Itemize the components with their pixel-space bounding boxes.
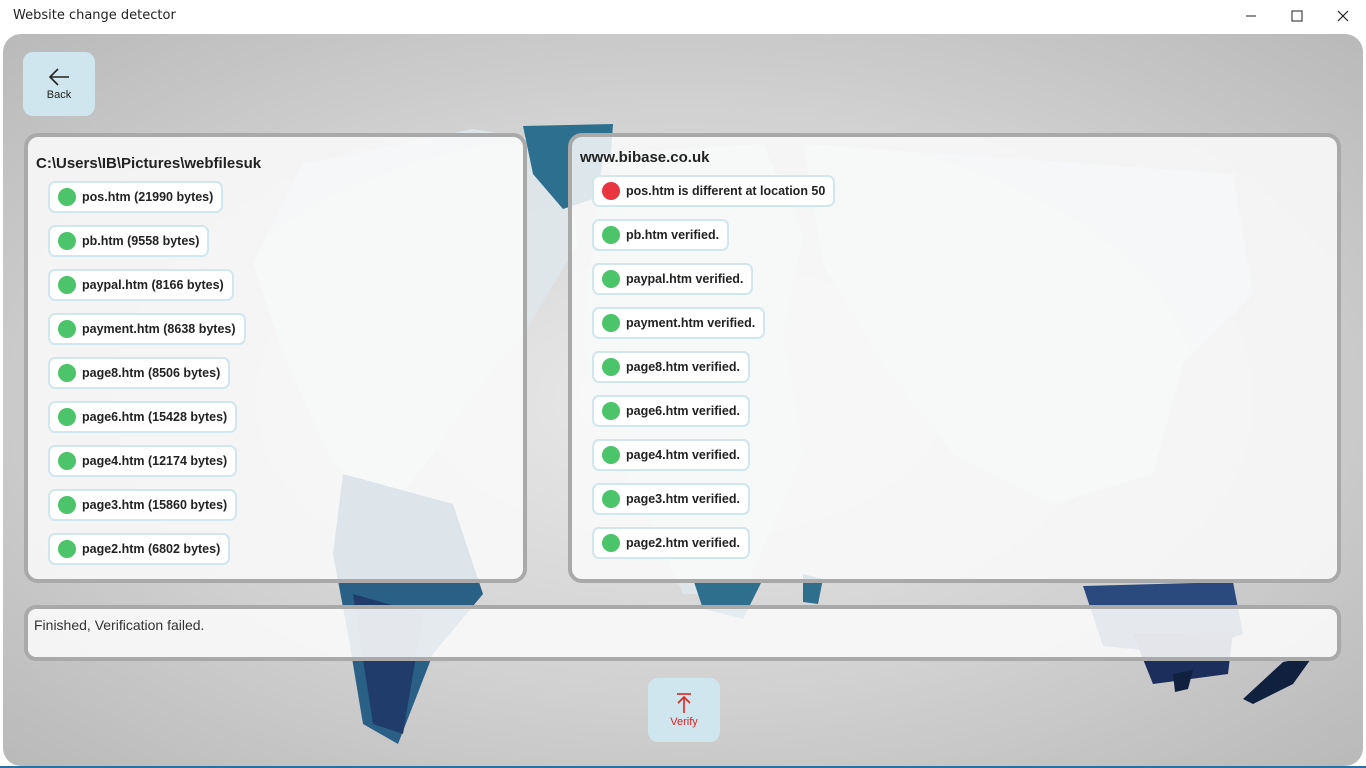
list-item[interactable]: page8.htm verified. — [592, 351, 750, 383]
list-item-label: pb.htm (9558 bytes) — [82, 234, 200, 248]
list-item-label: page2.htm (6802 bytes) — [82, 542, 221, 556]
status-ok-icon — [58, 188, 76, 206]
status-ok-icon — [602, 314, 620, 332]
local-path-title: C:\Users\IB\Pictures\webfilesuk — [36, 155, 262, 172]
list-item[interactable]: page3.htm verified. — [592, 483, 750, 515]
list-item[interactable]: pb.htm (9558 bytes) — [48, 225, 210, 257]
status-ok-icon — [602, 490, 620, 508]
status-ok-icon — [58, 452, 76, 470]
title-bar: Website change detector — [0, 0, 1366, 32]
list-item[interactable]: pb.htm verified. — [592, 219, 730, 251]
status-ok-icon — [58, 408, 76, 426]
list-item[interactable]: page3.htm (15860 bytes) — [48, 489, 238, 521]
list-item[interactable]: page2.htm (6802 bytes) — [48, 533, 231, 565]
status-ok-icon — [602, 534, 620, 552]
status-ok-icon — [58, 320, 76, 338]
list-item-label: paypal.htm verified. — [626, 272, 744, 286]
status-ok-icon — [58, 364, 76, 382]
upload-arrow-icon — [677, 693, 691, 713]
list-item-label: page6.htm (15428 bytes) — [82, 410, 228, 424]
list-item-label: page2.htm verified. — [626, 536, 740, 550]
minimize-button[interactable] — [1228, 0, 1274, 32]
list-item[interactable]: page2.htm verified. — [592, 527, 750, 559]
list-item[interactable]: payment.htm verified. — [592, 307, 766, 339]
list-item[interactable]: page4.htm verified. — [592, 439, 750, 471]
status-ok-icon — [58, 276, 76, 294]
close-icon — [1337, 10, 1349, 22]
list-item-label: pos.htm is different at location 50 — [626, 184, 826, 198]
status-ok-icon — [602, 270, 620, 288]
list-item[interactable]: page4.htm (12174 bytes) — [48, 445, 238, 477]
local-files-panel: C:\Users\IB\Pictures\webfilesuk pos.htm … — [24, 133, 527, 583]
list-item-label: pb.htm verified. — [626, 228, 720, 242]
remote-results-panel: www.bibase.co.uk pos.htm is different at… — [568, 133, 1341, 583]
list-item-label: pos.htm (21990 bytes) — [82, 190, 214, 204]
status-message: Finished, Verification failed. — [34, 617, 205, 633]
list-item[interactable]: paypal.htm verified. — [592, 263, 754, 295]
status-box: Finished, Verification failed. — [24, 605, 1341, 661]
status-ok-icon — [58, 496, 76, 514]
list-item[interactable]: pos.htm (21990 bytes) — [48, 181, 224, 213]
site-title: www.bibase.co.uk — [580, 149, 710, 166]
list-item-label: payment.htm (8638 bytes) — [82, 322, 236, 336]
window-title: Website change detector — [13, 8, 176, 23]
list-item[interactable]: payment.htm (8638 bytes) — [48, 313, 246, 345]
verify-button-label: Verify — [670, 716, 698, 728]
status-ok-icon — [58, 232, 76, 250]
list-item[interactable]: page6.htm (15428 bytes) — [48, 401, 238, 433]
status-error-icon — [602, 182, 620, 200]
maximize-button[interactable] — [1274, 0, 1320, 32]
list-item-label: page8.htm (8506 bytes) — [82, 366, 221, 380]
minimize-icon — [1246, 15, 1256, 17]
list-item[interactable]: pos.htm is different at location 50 — [592, 175, 836, 207]
list-item-label: page3.htm verified. — [626, 492, 740, 506]
status-ok-icon — [602, 358, 620, 376]
back-button-label: Back — [46, 89, 72, 101]
list-item-label: page8.htm verified. — [626, 360, 740, 374]
list-item-label: page4.htm (12174 bytes) — [82, 454, 228, 468]
list-item-label: paypal.htm (8166 bytes) — [82, 278, 224, 292]
list-item-label: page6.htm verified. — [626, 404, 740, 418]
status-ok-icon — [602, 402, 620, 420]
list-item-label: page4.htm verified. — [626, 448, 740, 462]
verify-button[interactable]: Verify — [648, 678, 720, 742]
list-item-label: payment.htm verified. — [626, 316, 756, 330]
maximize-icon — [1291, 10, 1303, 22]
status-ok-icon — [602, 446, 620, 464]
list-item-label: page3.htm (15860 bytes) — [82, 498, 228, 512]
close-button[interactable] — [1320, 0, 1366, 32]
list-item[interactable]: page6.htm verified. — [592, 395, 750, 427]
status-ok-icon — [602, 226, 620, 244]
arrow-left-icon — [48, 68, 69, 86]
list-item[interactable]: page8.htm (8506 bytes) — [48, 357, 231, 389]
remote-result-list: pos.htm is different at location 50 pb.ht… — [592, 175, 836, 571]
back-button[interactable]: Back — [23, 52, 95, 116]
app-area: Back C:\Users\IB\Pictures\webfilesuk pos… — [3, 34, 1363, 766]
status-ok-icon — [58, 540, 76, 558]
list-item[interactable]: paypal.htm (8166 bytes) — [48, 269, 234, 301]
local-file-list: pos.htm (21990 bytes) pb.htm (9558 bytes)… — [48, 181, 246, 577]
